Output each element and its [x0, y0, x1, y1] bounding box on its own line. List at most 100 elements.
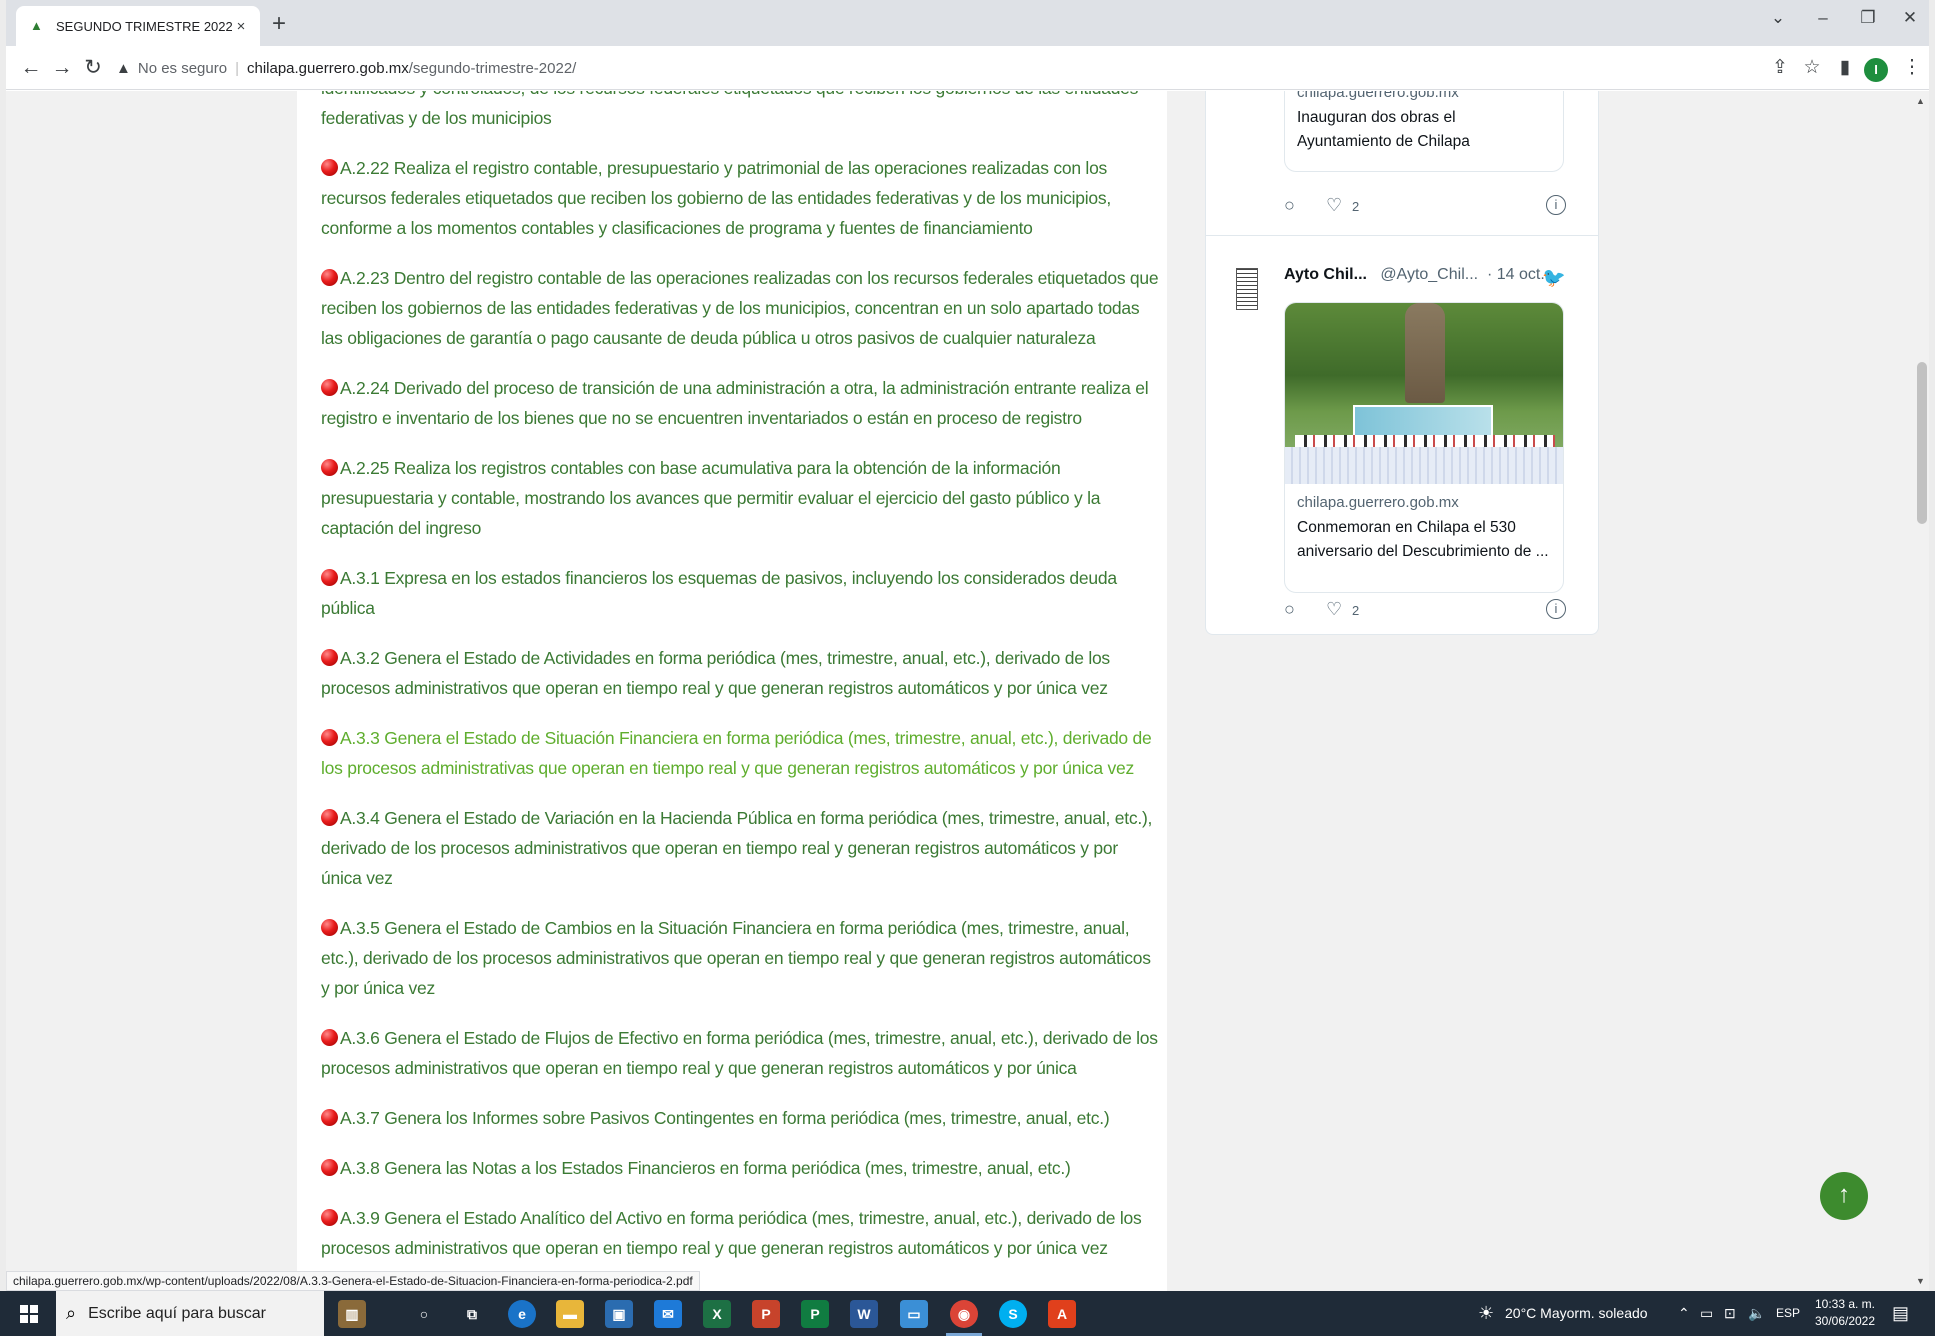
scroll-down-arrow-icon[interactable]: ▼ [1916, 1276, 1925, 1286]
requirement-item[interactable]: A.2.23 Dentro del registro contable de l… [321, 263, 1161, 353]
taskbar-clock[interactable]: 10:33 a. m. 30/06/2022 [1810, 1296, 1880, 1330]
news-widget-icon[interactable]: ▥ [338, 1300, 366, 1328]
share-icon[interactable]: ⇪ [1767, 56, 1793, 80]
requirement-item[interactable]: A.3.6 Genera el Estado de Flujos de Efec… [321, 1023, 1161, 1083]
browser-toolbar: ← → ↻ ▲ No es seguro | chilapa.guerrero.… [6, 46, 1929, 90]
scroll-up-arrow-icon[interactable]: ▲ [1916, 96, 1925, 106]
wifi-icon[interactable]: ⊡ [1724, 1291, 1736, 1336]
like-count: 2 [1352, 199, 1360, 214]
requirement-link-text[interactable]: A.3.3 Genera el Estado de Situación Fina… [321, 728, 1152, 778]
notifications-icon[interactable]: ▤ [1892, 1291, 1909, 1336]
chrome-icon[interactable]: ◉ [950, 1300, 978, 1328]
info-icon[interactable]: i [1546, 599, 1566, 619]
requirement-link-text[interactable]: A.3.4 Genera el Estado de Variación en l… [321, 808, 1152, 888]
link-card[interactable]: chilapa.guerrero.gob.mx Conmemoran en Ch… [1284, 302, 1564, 593]
skype-icon[interactable]: S [999, 1300, 1027, 1328]
red-bullet-icon [321, 1159, 338, 1176]
requirement-link-text[interactable]: A.2.23 Dentro del registro contable de l… [321, 268, 1159, 348]
mail-icon[interactable]: ✉ [654, 1300, 682, 1328]
requirement-link-text[interactable]: A.2.25 Realiza los registros contables c… [321, 458, 1100, 538]
requirement-item[interactable]: A.3.5 Genera el Estado de Cambios en la … [321, 913, 1161, 1003]
account-avatar[interactable] [1236, 268, 1258, 310]
tab-close-icon[interactable]: × [232, 18, 250, 35]
powerpoint-icon[interactable]: P [752, 1300, 780, 1328]
heart-icon[interactable]: ♡ [1326, 599, 1342, 620]
requirement-item[interactable]: A.2.24 Derivado del proceso de transició… [321, 373, 1161, 433]
profile-avatar[interactable]: I [1864, 58, 1888, 82]
requirement-link-text[interactable]: A.3.6 Genera el Estado de Flujos de Efec… [321, 1028, 1158, 1078]
file-explorer-icon[interactable]: ▬ [556, 1300, 584, 1328]
requirement-link-text[interactable]: A.3.9 Genera el Estado Analítico del Act… [321, 1208, 1142, 1258]
requirement-item[interactable]: A.2.25 Realiza los registros contables c… [321, 453, 1161, 543]
back-to-top-button[interactable]: ↑ [1820, 1172, 1868, 1220]
window-close-icon[interactable]: ✕ [1890, 8, 1929, 28]
requirement-link-text[interactable]: A.2.22 Realiza el registro contable, pre… [321, 158, 1111, 238]
requirement-link-text[interactable]: A.3.2 Genera el Estado de Actividades en… [321, 648, 1110, 698]
excel-icon[interactable]: X [703, 1300, 731, 1328]
card-domain: chilapa.guerrero.gob.mx [1297, 91, 1459, 101]
new-tab-button[interactable]: + [272, 11, 286, 37]
back-arrow-icon[interactable]: ← [18, 55, 44, 81]
language-indicator[interactable]: ESP [1776, 1291, 1800, 1336]
volume-icon[interactable]: 🔈 [1748, 1291, 1765, 1336]
tab-search-icon[interactable]: ⌄ [1758, 8, 1798, 28]
warning-icon[interactable]: ▲ [116, 60, 131, 77]
reply-icon[interactable]: ○ [1284, 599, 1295, 620]
requirement-item[interactable]: A.3.7 Genera los Informes sobre Pasivos … [321, 1103, 1161, 1133]
publisher-icon[interactable]: P [801, 1300, 829, 1328]
requirement-item[interactable]: A.3.4 Genera el Estado de Variación en l… [321, 803, 1161, 893]
reply-icon[interactable]: ○ [1284, 195, 1295, 216]
menu-kebab-icon[interactable]: ⋮ [1899, 56, 1925, 80]
requirement-item[interactable]: A.3.3 Genera el Estado de Situación Fina… [321, 723, 1161, 783]
requirement-item[interactable]: A.3.1 Expresa en los estados financieros… [321, 563, 1161, 623]
account-name[interactable]: Ayto Chil... [1284, 266, 1367, 283]
twitter-bird-icon[interactable]: 🐦 [1542, 266, 1566, 290]
side-panel-icon[interactable]: ▮ [1832, 56, 1858, 80]
remote-desktop-icon[interactable]: ▭ [900, 1300, 928, 1328]
acrobat-icon[interactable]: A [1048, 1300, 1076, 1328]
requirement-item[interactable]: A.3.8 Genera las Notas a los Estados Fin… [321, 1153, 1161, 1183]
windows-start-icon[interactable] [20, 1305, 38, 1323]
requirement-item[interactable]: A.3.9 Genera el Estado Analítico del Act… [321, 1203, 1161, 1263]
address-bar[interactable]: ▲ No es seguro | chilapa.guerrero.gob.mx… [116, 52, 1756, 84]
browser-tab[interactable]: ▲ SEGUNDO TRIMESTRE 2022 | H. × [16, 6, 260, 46]
reload-icon[interactable]: ↻ [80, 55, 106, 81]
requirement-item[interactable]: A.2.22 Realiza el registro contable, pre… [321, 153, 1161, 243]
scrollbar-thumb[interactable] [1917, 362, 1927, 524]
requirement-item[interactable]: identificados y controlados, de los recu… [321, 91, 1161, 133]
url-separator: | [235, 59, 239, 77]
scrollbar[interactable] [1914, 91, 1929, 1291]
link-card[interactable]: chilapa.guerrero.gob.mx Inauguran dos ob… [1284, 91, 1564, 172]
weather-icon[interactable]: ☀ [1478, 1291, 1494, 1336]
forward-arrow-icon[interactable]: → [49, 55, 75, 81]
tab-strip: ▲ SEGUNDO TRIMESTRE 2022 | H. × + ⌄ – ❐ … [6, 0, 1929, 46]
requirement-link-text[interactable]: A.2.24 Derivado del proceso de transició… [321, 378, 1149, 428]
word-icon[interactable]: W [850, 1300, 878, 1328]
restore-icon[interactable]: ❐ [1848, 8, 1888, 28]
requirement-link-text[interactable]: A.3.1 Expresa en los estados financieros… [321, 568, 1117, 618]
edge-icon[interactable]: e [508, 1300, 536, 1328]
cortana-icon[interactable]: ○ [410, 1300, 438, 1328]
taskbar-search-box[interactable]: ⌕ Escribe aquí para buscar [56, 1291, 324, 1336]
info-icon[interactable]: i [1546, 195, 1566, 215]
search-icon: ⌕ [66, 1303, 77, 1323]
task-view-icon[interactable]: ⧉ [458, 1300, 486, 1328]
red-bullet-icon [321, 729, 338, 746]
requirement-item[interactable]: A.3.2 Genera el Estado de Actividades en… [321, 643, 1161, 703]
tweet-header[interactable]: Ayto Chil... @Ayto_Chil... · 14 oct. [1284, 266, 1584, 284]
requirement-link-text[interactable]: A.3.8 Genera las Notas a los Estados Fin… [340, 1158, 1071, 1178]
requirement-link-text[interactable]: A.3.7 Genera los Informes sobre Pasivos … [340, 1108, 1110, 1128]
requirement-link-text[interactable]: A.3.5 Genera el Estado de Cambios en la … [321, 918, 1151, 998]
account-handle[interactable]: @Ayto_Chil... [1380, 266, 1478, 283]
tweet-date[interactable]: · 14 oct. [1487, 266, 1545, 283]
red-bullet-icon [321, 269, 338, 286]
store-icon[interactable]: ▣ [605, 1300, 633, 1328]
bookmark-star-icon[interactable]: ☆ [1799, 56, 1825, 80]
security-label[interactable]: No es seguro [138, 60, 227, 77]
weather-text[interactable]: 20°C Mayorm. soleado [1505, 1291, 1648, 1336]
tray-chevron-icon[interactable]: ⌃ [1678, 1291, 1690, 1336]
minimize-icon[interactable]: – [1803, 8, 1843, 28]
heart-icon[interactable]: ♡ [1326, 195, 1342, 216]
requirement-link-text[interactable]: identificados y controlados, de los recu… [321, 91, 1138, 128]
network-icon[interactable]: ▭ [1700, 1291, 1713, 1336]
